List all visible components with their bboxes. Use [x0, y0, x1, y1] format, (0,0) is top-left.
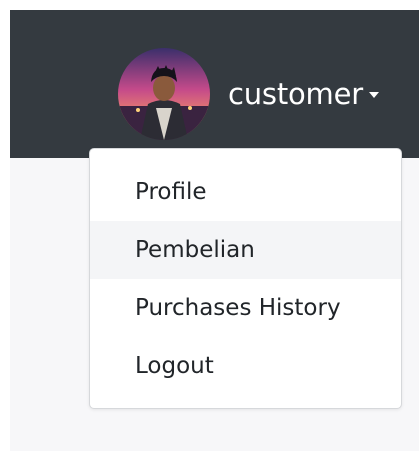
caret-down-icon[interactable] — [368, 92, 379, 98]
user-dropdown-menu: Profile Pembelian Purchases History Logo… — [89, 148, 402, 409]
menu-item-profile[interactable]: Profile — [90, 163, 401, 221]
menu-item-logout[interactable]: Logout — [90, 337, 401, 395]
top-navbar: customer — [10, 10, 419, 158]
menu-item-pembelian[interactable]: Pembelian — [90, 221, 401, 279]
username-label[interactable]: customer — [228, 79, 363, 109]
avatar[interactable] — [118, 48, 210, 140]
menu-item-purchases-history[interactable]: Purchases History — [90, 279, 401, 337]
avatar-image — [118, 48, 210, 140]
user-dropdown-toggle[interactable]: customer — [118, 48, 379, 140]
